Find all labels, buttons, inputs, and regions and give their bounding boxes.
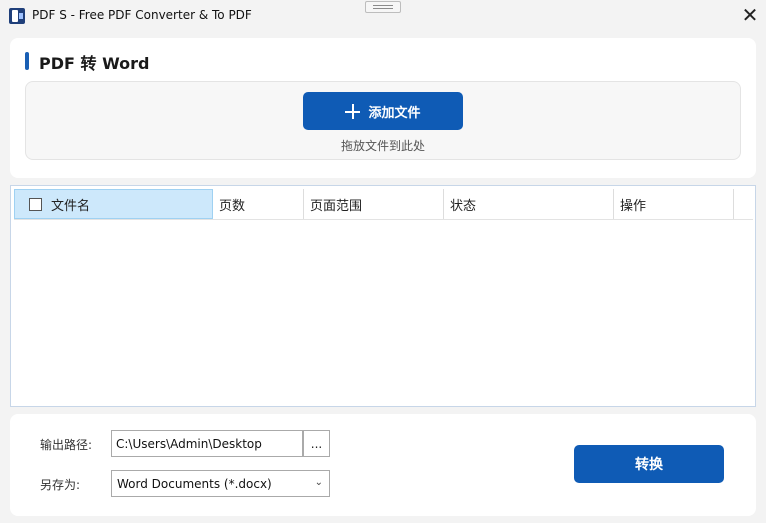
column-label-status: 状态 — [450, 198, 477, 214]
add-file-button[interactable]: 添加文件 — [303, 92, 463, 130]
output-settings-panel: 输出路径: ... 另存为: Word Documents (*.docx) ⌄… — [10, 414, 756, 516]
column-label-page-range: 页面范围 — [310, 198, 363, 214]
table-header: 文件名 页数 页面范围 状态 操作 — [14, 189, 753, 220]
column-header-page-range[interactable]: 页面范围 — [304, 189, 444, 219]
drop-hint-text: 拖放文件到此处 — [340, 139, 425, 153]
format-select-value: Word Documents (*.docx) — [117, 476, 272, 491]
drag-handle-icon[interactable] — [365, 1, 401, 13]
column-header-actions[interactable]: 操作 — [614, 189, 734, 219]
column-header-status[interactable]: 状态 — [444, 189, 614, 219]
app-logo-icon — [9, 8, 25, 24]
add-files-panel: PDF 转 Word 添加文件 拖放文件到此处 — [10, 38, 756, 178]
column-header-pages[interactable]: 页数 — [213, 189, 304, 219]
section-accent-bar — [25, 52, 29, 70]
plus-icon — [345, 103, 361, 119]
add-file-button-label: 添加文件 — [368, 105, 421, 121]
output-path-input[interactable] — [111, 430, 303, 457]
column-header-filename[interactable]: 文件名 — [14, 189, 213, 219]
column-label-filename: 文件名 — [51, 198, 91, 214]
file-drop-zone[interactable]: 添加文件 拖放文件到此处 — [25, 81, 741, 160]
browse-button[interactable]: ... — [303, 430, 330, 457]
page-title: PDF 转 Word — [39, 54, 150, 73]
file-table: 文件名 页数 页面范围 状态 操作 — [10, 185, 756, 407]
format-select[interactable]: Word Documents (*.docx) ⌄ — [111, 470, 330, 497]
title-bar: PDF S - Free PDF Converter & To PDF ✕ — [0, 0, 766, 32]
select-all-checkbox[interactable] — [29, 197, 42, 211]
output-path-label: 输出路径: — [40, 438, 93, 452]
window-title: PDF S - Free PDF Converter & To PDF — [32, 8, 252, 22]
column-label-pages: 页数 — [219, 198, 246, 214]
column-header-spacer — [734, 189, 753, 219]
convert-button[interactable]: 转换 — [574, 445, 724, 483]
save-as-label: 另存为: — [40, 478, 81, 492]
column-label-actions: 操作 — [620, 198, 647, 214]
close-button[interactable]: ✕ — [734, 0, 766, 30]
chevron-down-icon: ⌄ — [314, 477, 323, 488]
